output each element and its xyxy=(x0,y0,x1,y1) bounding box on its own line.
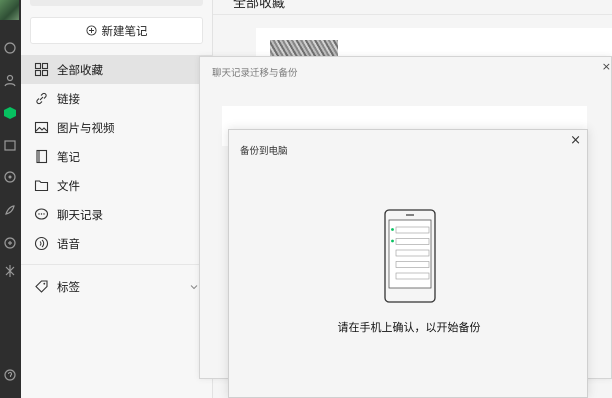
sidebar-item-label: 链接 xyxy=(57,91,80,106)
sidebar-item-label: 语音 xyxy=(57,236,80,251)
page-title: 全部收藏 xyxy=(233,0,286,11)
divider xyxy=(21,264,213,265)
confirm-on-phone-message: 请在手机上确认，以开始备份 xyxy=(337,321,481,334)
new-note-button[interactable]: 新建笔记 xyxy=(30,17,203,44)
contacts-icon[interactable] xyxy=(3,73,17,87)
divider xyxy=(213,14,612,15)
link-icon xyxy=(34,91,49,106)
sidebar-item-all[interactable]: 全部收藏 xyxy=(21,55,213,84)
app-rail xyxy=(0,0,21,398)
voice-icon xyxy=(34,236,49,251)
sidebar-item-files[interactable]: 文件 xyxy=(21,171,213,200)
image-icon xyxy=(34,120,49,135)
sidebar-item-media[interactable]: 图片与视频 xyxy=(21,113,213,142)
sidebar-item-chat-history[interactable]: 聊天记录 xyxy=(21,200,213,229)
favorites-sidebar: 新建笔记 全部收藏 链接 图片与视频 笔记 文件 聊天记录 语音 标签 xyxy=(21,0,213,398)
close-icon[interactable]: × xyxy=(570,133,581,148)
files-icon[interactable] xyxy=(3,138,17,152)
chat-bubble-icon[interactable] xyxy=(3,41,17,55)
phone-illustration-icon xyxy=(384,209,436,303)
sidebar-item-tags[interactable]: 标签 xyxy=(21,272,213,301)
grid-icon xyxy=(34,62,49,77)
note-icon xyxy=(34,149,49,164)
search-icon[interactable] xyxy=(3,264,17,278)
avatar[interactable] xyxy=(0,0,19,20)
chevron-down-icon xyxy=(190,285,198,290)
chat-icon xyxy=(34,207,49,222)
dialog-title: 备份到电脑 xyxy=(240,146,288,157)
sidebar-item-notes[interactable]: 笔记 xyxy=(21,142,213,171)
sidebar-item-label: 文件 xyxy=(57,178,80,193)
sidebar-item-label: 笔记 xyxy=(57,149,80,164)
folder-icon xyxy=(34,178,49,193)
tag-icon xyxy=(34,279,49,294)
close-icon[interactable]: × xyxy=(602,60,611,73)
sidebar-item-links[interactable]: 链接 xyxy=(21,84,213,113)
search-box[interactable] xyxy=(30,0,203,6)
sidebar-item-label: 聊天记录 xyxy=(57,207,103,222)
sidebar-item-label: 标签 xyxy=(57,279,80,294)
sidebar-item-label: 图片与视频 xyxy=(57,120,115,135)
help-icon[interactable] xyxy=(3,368,17,382)
mini-program-icon[interactable] xyxy=(3,236,17,250)
sidebar-item-voice[interactable]: 语音 xyxy=(21,229,213,258)
sidebar-item-label: 全部收藏 xyxy=(57,62,103,77)
backup-to-pc-dialog: 备份到电脑 × 请在手机上确认，以开始备份 xyxy=(228,129,588,398)
plus-circle-icon xyxy=(85,25,97,36)
new-note-label: 新建笔记 xyxy=(101,23,148,38)
dialog-title: 聊天记录迁移与备份 xyxy=(212,68,298,79)
channels-icon[interactable] xyxy=(3,203,17,217)
favorites-icon[interactable] xyxy=(3,106,17,120)
moments-icon[interactable] xyxy=(3,170,17,184)
